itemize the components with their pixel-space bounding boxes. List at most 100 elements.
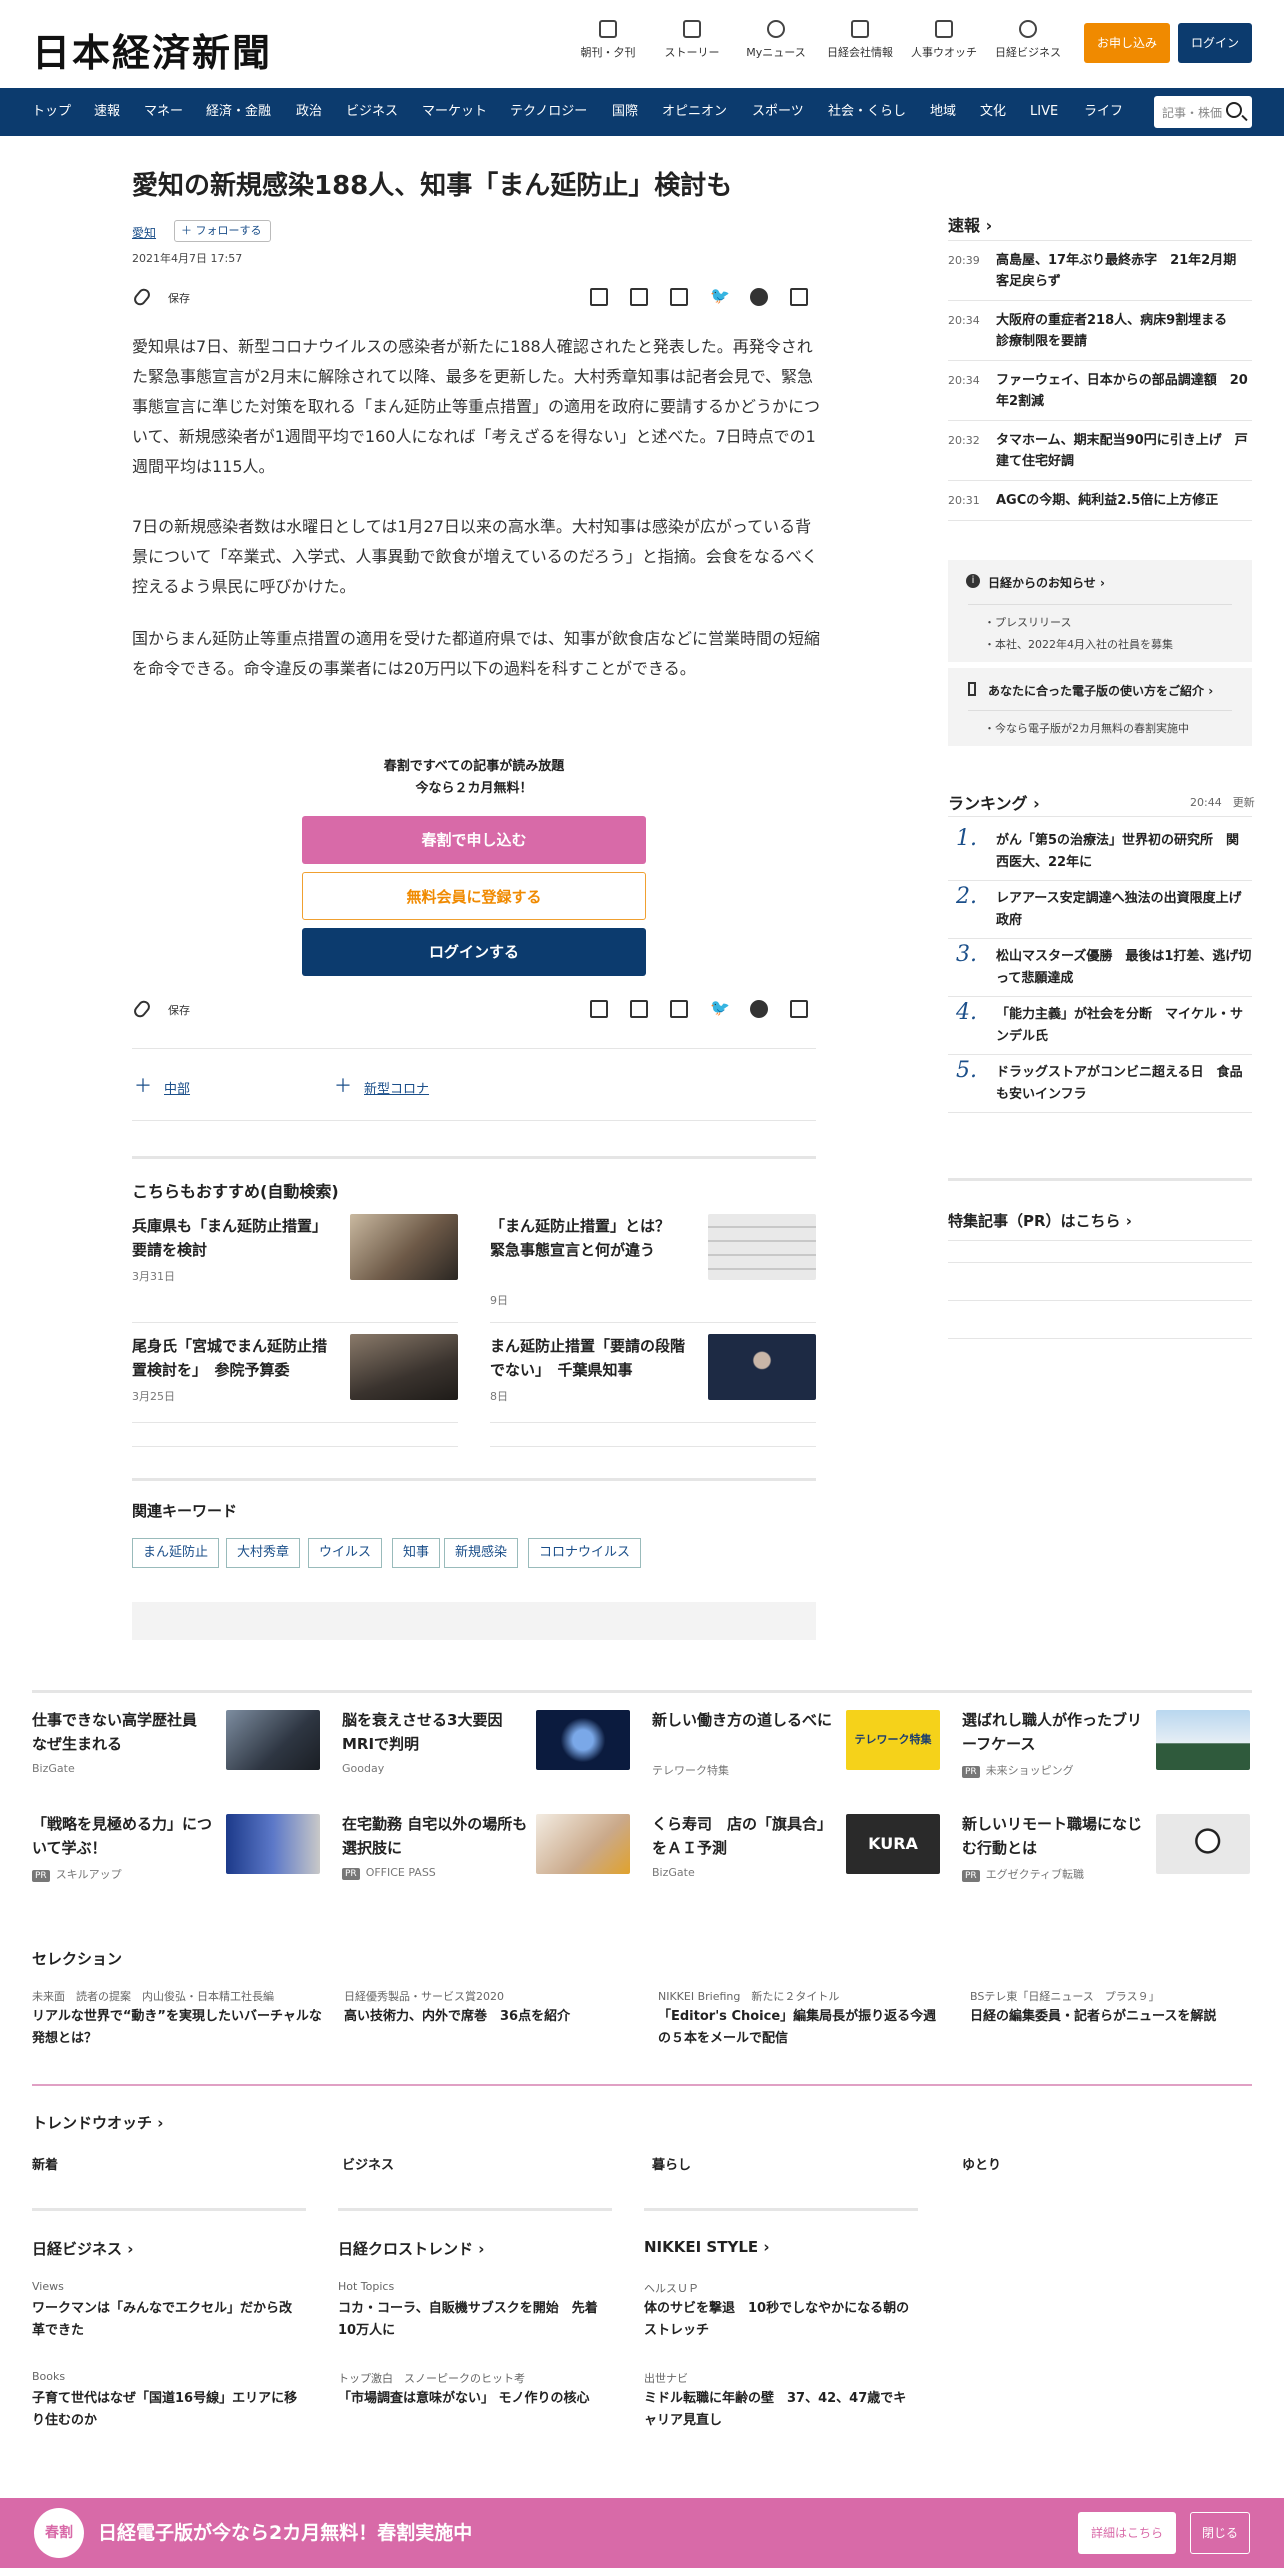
ad-thumbnail[interactable] [1156,1814,1250,1874]
news-item[interactable]: タマホーム、期末配当90円に引き上げ 戸建て住宅好調 [996,430,1252,472]
nav-item[interactable]: マネー [144,88,183,136]
bookmark-icon[interactable] [670,1000,688,1018]
topic-follow-corona[interactable]: 新型コロナ [364,1078,429,1097]
mail-icon[interactable] [630,288,648,306]
keyword-chip[interactable]: コロナウイルス [528,1538,642,1568]
ad-title[interactable]: 脳を衰えさせる3大要因 MRIで判明 [342,1708,528,1756]
ad-thumbnail[interactable] [226,1710,320,1770]
media-item[interactable]: 体のサビを撃退 10秒でしなやかになる朝のストレッチ [644,2298,916,2342]
ad-title[interactable]: 新しいリモート職場になじむ行動とは [962,1812,1148,1860]
recommend-item-title[interactable]: まん延防止措置「要請の段階でない」 千葉県知事 [490,1334,690,1382]
twitter-icon[interactable]: 🐦 [710,286,730,305]
topic-follow-chubu[interactable]: 中部 [164,1078,190,1097]
keyword-chip[interactable]: 大村秀章 [226,1538,301,1568]
share-icon[interactable] [790,1000,808,1018]
search-icon[interactable] [1226,102,1242,118]
ad-title[interactable]: 仕事できない高学歴社員 なぜ生まれる [32,1708,218,1756]
trend-tab[interactable]: ゆとり [962,2154,1001,2173]
recommend-thumbnail[interactable] [708,1334,816,1400]
ad-title[interactable]: 新しい働き方の道しるべに [652,1708,838,1732]
news-item[interactable]: 大阪府の重症者218人、病床9割埋まる 診療制限を要請 [996,310,1252,352]
banner-close-button[interactable]: 閉じる [1190,2512,1250,2554]
nikkei-logo[interactable]: 日本経済新聞 [32,22,272,77]
nav-item[interactable]: 速報 [94,88,120,136]
nav-item[interactable]: 社会・くらし [828,88,906,136]
news-item[interactable]: 高島屋、17年ぶり最終赤字 21年2月期 客足戻らず [996,250,1252,292]
nav-item[interactable]: 政治 [296,88,322,136]
nav-item[interactable]: 地域 [930,88,956,136]
ranking-title[interactable]: ランキング [948,790,1040,814]
personnel-watch-link[interactable]: 人事ウオッチ [904,20,984,60]
ad-thumbnail[interactable] [1156,1710,1250,1770]
keyword-chip[interactable]: ウイルス [308,1538,383,1568]
mail-icon[interactable] [630,1000,648,1018]
notice-item[interactable]: ・プレスリリース [984,614,1071,630]
search-box[interactable]: 記事・株価 [1154,96,1252,128]
ranking-item[interactable]: 松山マスターズ優勝 最後は1打差、逃げ切って悲願達成 [996,946,1252,990]
plus-icon[interactable]: ＋ [334,1072,352,1098]
keyword-chip[interactable]: まん延防止 [132,1538,220,1568]
trend-tab[interactable]: ビジネス [342,2154,394,2173]
recommend-thumbnail[interactable] [350,1334,458,1400]
nav-item[interactable]: オピニオン [662,88,727,136]
media-title[interactable]: 日経クロストレンド [338,2238,484,2259]
promo-banner[interactable]: 春割 日経電子版が今なら2カ月無料！春割実施中 詳細はこちら 閉じる [0,2498,1284,2568]
recommend-item-title[interactable]: 尾身氏「宮城でまん延防止措置検討を」 参院予算委 [132,1334,332,1382]
bookmark-icon[interactable] [670,288,688,306]
nav-item[interactable]: 経済・金融 [206,88,271,136]
print-icon[interactable] [590,288,608,306]
ad-title[interactable]: 在宅勤務 自宅以外の場所も選択肢に [342,1812,528,1860]
ad-title[interactable]: 「戦略を見極める力」について学ぶ！ [32,1812,218,1860]
ranking-item[interactable]: がん「第5の治療法」世界初の研究所 関西医大、22年に [996,830,1252,874]
spring-subscribe-button[interactable]: 春割で申し込む [302,816,646,864]
nikkei-business-link[interactable]: 日経ビジネス [988,20,1068,60]
story-link[interactable]: ストーリー [652,20,732,60]
media-item[interactable]: 「市場調査は意味がない」 モノ作りの核心 [338,2388,610,2410]
ad-thumbnail[interactable] [226,1814,320,1874]
guide-item[interactable]: ・今なら電子版が2カ月無料の春割実施中 [984,720,1189,736]
recommend-thumbnail[interactable] [350,1214,458,1280]
recommend-thumbnail[interactable] [708,1214,816,1280]
news-item[interactable]: AGCの今期、純利益2.5倍に上方修正 [996,490,1252,511]
my-news-link[interactable]: Myニュース [736,20,816,60]
selection-item[interactable]: 日経の編集委員・記者らがニュースを解説 [970,2006,1260,2028]
keyword-chip[interactable]: 新規感染 [444,1538,519,1568]
media-item[interactable]: ミドル転職に年齢の壁 37、42、47歳でキャリア見直し [644,2388,916,2432]
notice-title[interactable]: 日経からのお知らせ [988,574,1105,591]
banner-detail-button[interactable]: 詳細はこちら [1078,2512,1176,2554]
trend-watch-title[interactable]: トレンドウオッチ [32,2112,163,2133]
nav-item[interactable]: ライフ [1084,88,1123,136]
follow-button[interactable]: ＋ フォローする [174,220,271,242]
nav-item[interactable]: 国際 [612,88,638,136]
ad-thumbnail[interactable]: テレワーク特集 [846,1710,940,1770]
selection-item[interactable]: 「Editor's Choice」編集局長が振り返る今週の５本をメールで配信 [658,2006,948,2050]
topic-link[interactable]: 愛知 [132,224,156,241]
ad-thumbnail[interactable]: KURA [846,1814,940,1874]
guide-title[interactable]: あなたに合った電子版の使い方をご紹介 [988,682,1213,699]
ad-title[interactable]: くら寿司 店の「旗具合」をＡＩ予測 [652,1812,838,1860]
share-icon[interactable] [790,288,808,306]
nav-item[interactable]: トップ [32,88,71,136]
media-title[interactable]: 日経ビジネス [32,2238,133,2259]
twitter-icon[interactable]: 🐦 [710,998,730,1017]
trend-tab[interactable]: 暮らし [652,2154,691,2173]
paywall-login-button[interactable]: ログインする [302,928,646,976]
ranking-item[interactable]: 「能力主義」が社会を分断 マイケル・サンデル氏 [996,1004,1252,1048]
nav-item[interactable]: LIVE [1030,88,1058,136]
login-button[interactable]: ログイン [1178,23,1252,63]
print-icon[interactable] [590,1000,608,1018]
trend-tab[interactable]: 新着 [32,2154,58,2173]
ad-thumbnail[interactable] [536,1710,630,1770]
breaking-news-title[interactable]: 速報 [948,212,992,236]
plus-icon[interactable]: ＋ [134,1072,152,1098]
nav-item[interactable]: ビジネス [346,88,398,136]
clip-icon[interactable] [131,998,153,1020]
facebook-icon[interactable] [750,1000,768,1018]
media-item[interactable]: 子育て世代はなぜ「国道16号線」エリアに移り住むのか [32,2388,304,2432]
facebook-icon[interactable] [750,288,768,306]
clip-icon[interactable] [131,286,153,308]
ranking-item[interactable]: ドラッグストアがコンビニ超える日 食品も安いインフラ [996,1062,1252,1106]
morning-evening-edition-link[interactable]: 朝刊・夕刊 [568,20,648,60]
news-item[interactable]: ファーウェイ、日本からの部品調達額 20年2割減 [996,370,1252,412]
apply-button[interactable]: お申し込み [1084,23,1170,63]
